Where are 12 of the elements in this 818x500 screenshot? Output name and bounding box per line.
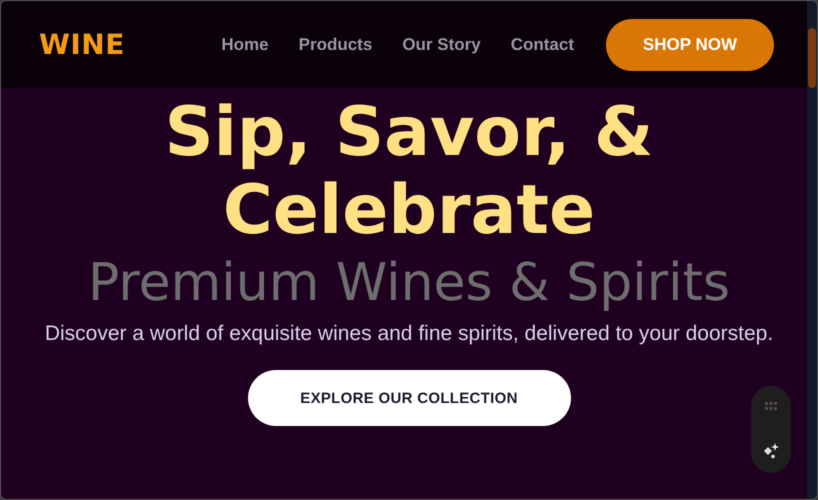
hero-title: Sip, Savor, & Celebrate: [164, 94, 654, 250]
nav-link[interactable]: Products: [298, 34, 372, 54]
explore-button[interactable]: EXPLORE OUR COLLECTION: [248, 370, 570, 426]
scrollbar[interactable]: [807, 1, 817, 499]
sparkle-icon[interactable]: [762, 443, 780, 459]
grid-icon[interactable]: [765, 402, 777, 410]
hero-description: Discover a world of exquisite wines and fine spirits, delivered to your doorstep.: [44, 321, 774, 347]
nav-link[interactable]: Home: [221, 34, 269, 54]
logo[interactable]: WINE: [39, 28, 125, 61]
hero-subtitle: Premium Wines & Spirits: [88, 254, 730, 312]
nav-link[interactable]: Contact: [510, 34, 574, 54]
nav-link[interactable]: Our Story: [402, 34, 481, 54]
